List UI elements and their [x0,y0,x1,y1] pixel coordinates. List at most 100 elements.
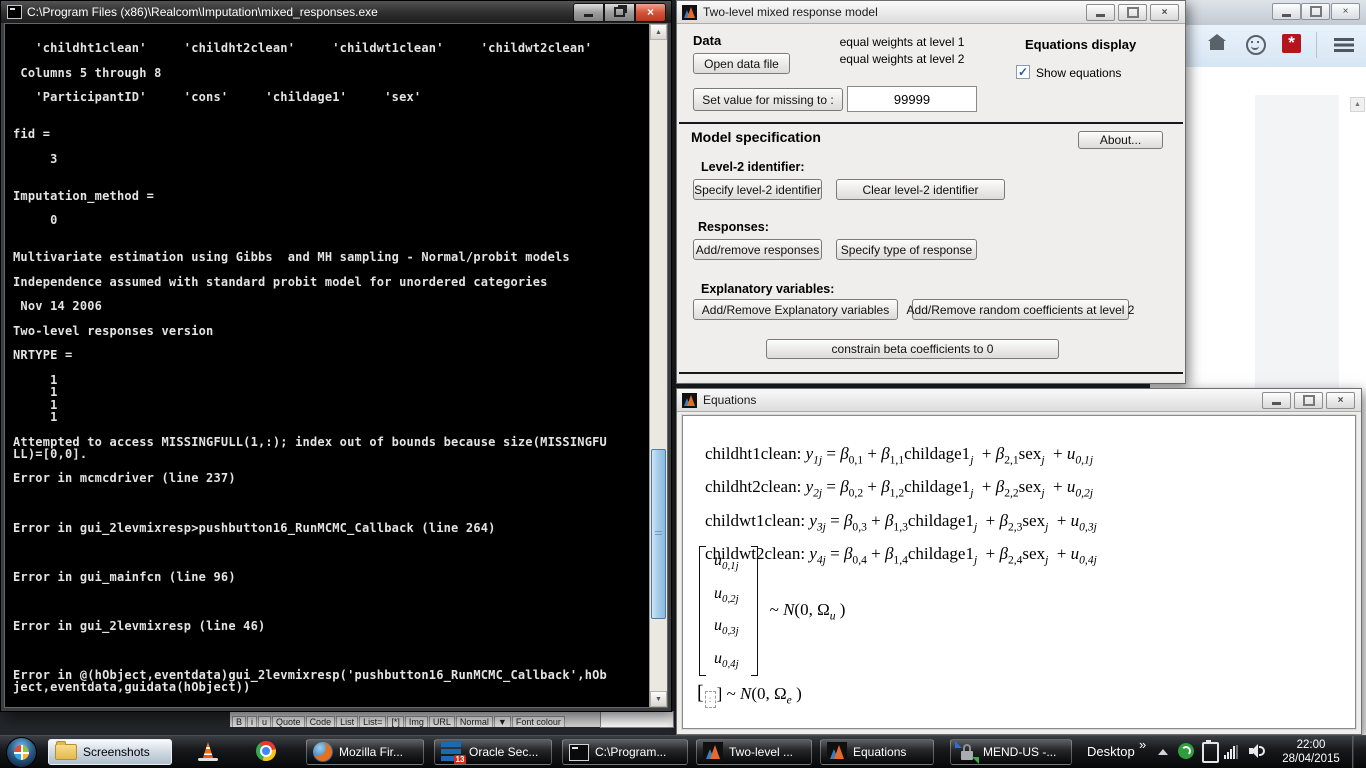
firefox-icon [313,742,333,762]
taskbar-button-firefox[interactable]: Mozilla Fir... [306,739,424,765]
editor-toolbar-button[interactable]: Img [405,716,428,727]
show-desktop-divider[interactable] [1352,736,1353,768]
editor-toolbar-button[interactable]: URL [429,716,455,727]
tray-show-hidden-icon[interactable] [1158,749,1168,755]
equation-row: u0,1j [714,552,739,572]
model-maximize-button[interactable] [1118,4,1147,21]
editor-toolbar-button[interactable]: B [232,716,246,727]
console-minimize-button[interactable] [573,3,604,22]
console-titlebar[interactable]: C:\Program Files (x86)\Realcom\Imputatio… [1,1,671,23]
start-button[interactable] [6,737,37,768]
missing-value-input[interactable] [847,86,977,112]
selection-placeholder[interactable]: : [705,691,716,708]
editor-toolbar-button[interactable]: ▼ [494,716,511,727]
browser-close-button[interactable]: × [1331,3,1360,20]
matlab-icon [703,742,723,762]
taskbar-icon-chrome[interactable] [256,741,280,765]
network-signal-icon[interactable] [1224,745,1242,759]
console-title: C:\Program Files (x86)\Realcom\Imputatio… [27,5,573,19]
editor-text-field[interactable] [600,711,674,728]
console-restore-button[interactable] [604,3,635,22]
equations-window-title: Equations [703,393,1262,407]
add-remove-responses-button[interactable]: Add/remove responses [693,239,822,260]
folder-icon [55,744,77,760]
toolbar-chevron[interactable]: » [1139,737,1146,752]
residual-distribution: [:] ~ N(0, Ωe ) [697,682,802,708]
editor-toolbar-button[interactable]: List [336,716,358,727]
equations-titlebar[interactable]: Equations × [677,389,1361,412]
model-window-title: Two-level mixed response model [703,5,1086,19]
equation-row: childwt1clean: y3j = β0,3 + β1,3childage… [705,507,1097,540]
specify-level2-button[interactable]: Specify level-2 identifier [693,179,822,200]
equation-row: u0,2j [714,585,739,605]
lastpass-icon[interactable]: * [1282,34,1301,53]
browser-maximize-button[interactable] [1301,3,1330,20]
left-bracket: [ [697,682,704,704]
add-random-coefficients-button[interactable]: Add/Remove random coefficients at level … [912,299,1129,320]
page-scroll-up-arrow[interactable]: ▲ [1350,97,1365,112]
set-missing-value-button[interactable]: Set value for missing to : [693,88,843,111]
add-explanatory-button[interactable]: Add/Remove Explanatory variables [693,299,898,320]
editor-toolbar-button[interactable]: Normal [456,716,493,727]
model-minimize-button[interactable] [1086,4,1115,21]
taskbar-button-console[interactable]: C:\Program... [562,739,688,765]
chrome-icon [256,741,276,761]
tray-clipboard-icon[interactable] [1202,742,1219,763]
scroll-down-arrow[interactable]: ▼ [650,691,667,707]
volume-icon[interactable] [1249,744,1265,758]
explanatory-variables-label: Explanatory variables: [701,282,834,296]
editor-toolbar-button[interactable]: u [258,716,271,727]
desktop: × * ▲ BiuQuoteCodeListList=[*]ImgURLNorm… [0,0,1366,768]
editor-toolbar-button[interactable]: List= [359,716,386,727]
tray-sync-icon[interactable] [1178,743,1194,759]
taskbar-icon-vlc[interactable] [198,741,222,765]
padlock-sync-icon [957,742,977,762]
show-equations-checkbox[interactable]: ✓ [1016,65,1030,79]
about-button[interactable]: About... [1078,131,1163,149]
equations-window: Equations × childht1clean: y1j = β0,1 + … [676,388,1362,735]
scroll-up-arrow[interactable]: ▲ [650,24,667,40]
matlab-icon [827,742,847,762]
equation-row: childht2clean: y2j = β0,2 + β1,2childage… [705,473,1097,506]
chat-smiley-icon[interactable] [1246,35,1266,55]
equations-close-button[interactable]: × [1326,392,1355,409]
taskbar-button-mendus[interactable]: MEND-US -... [950,739,1072,765]
editor-toolbar-button[interactable]: i [247,716,257,727]
equations-minimize-button[interactable] [1262,392,1291,409]
home-icon[interactable] [1210,41,1224,50]
toolbar-separator [1316,32,1317,58]
data-section-heading: Data [693,33,721,48]
console-output: 'childht1clean' 'childht2clean' 'childwt… [13,42,607,694]
equations-canvas: childht1clean: y1j = β0,1 + β1,1childage… [682,415,1356,729]
weights-level1-text: equal weights at level 1 [827,35,977,49]
editor-toolbar-button[interactable]: [*] [387,716,404,727]
clear-level2-button[interactable]: Clear level-2 identifier [836,179,1005,200]
open-data-file-button[interactable]: Open data file [693,53,790,74]
section-separator [679,122,1183,124]
console-body: 'childht1clean' 'childht2clean' 'childwt… [4,23,668,708]
browser-minimize-button[interactable] [1272,3,1301,20]
editor-toolbar-button[interactable]: Quote [272,716,305,727]
console-close-button[interactable]: × [635,3,666,22]
model-close-button[interactable]: × [1150,4,1179,21]
u-distribution: ~ N(0, Ωu ) [770,600,846,622]
taskbar-clock[interactable]: 22:00 28/04/2015 [1276,738,1346,766]
specify-response-type-button[interactable]: Specify type of response [836,239,977,260]
editor-toolbar-button[interactable]: Code [306,716,336,727]
equations-maximize-button[interactable] [1294,392,1323,409]
console-scrollbar[interactable]: ▲ ▼ [649,24,667,707]
taskbar-button-oracle[interactable]: 13 Oracle Sec... [434,739,552,765]
model-titlebar[interactable]: Two-level mixed response model × [677,1,1185,24]
taskbar-button-equations[interactable]: Equations [820,739,934,765]
desktop-toolbar-label[interactable]: Desktop [1087,744,1135,759]
taskbar-label: Two-level ... [729,745,793,759]
matrix-left-bracket [699,546,706,676]
hamburger-menu-icon[interactable] [1334,38,1354,52]
scrollbar-thumb[interactable] [651,449,666,619]
constrain-beta-button[interactable]: constrain beta coefficients to 0 [766,339,1059,359]
editor-toolbar-button[interactable]: Font colour [512,716,565,727]
weights-level2-text: equal weights at level 2 [827,52,977,66]
matlab-icon [682,393,697,408]
taskbar-button-model[interactable]: Two-level ... [696,739,812,765]
taskbar-button-screenshots[interactable]: Screenshots [48,739,172,765]
